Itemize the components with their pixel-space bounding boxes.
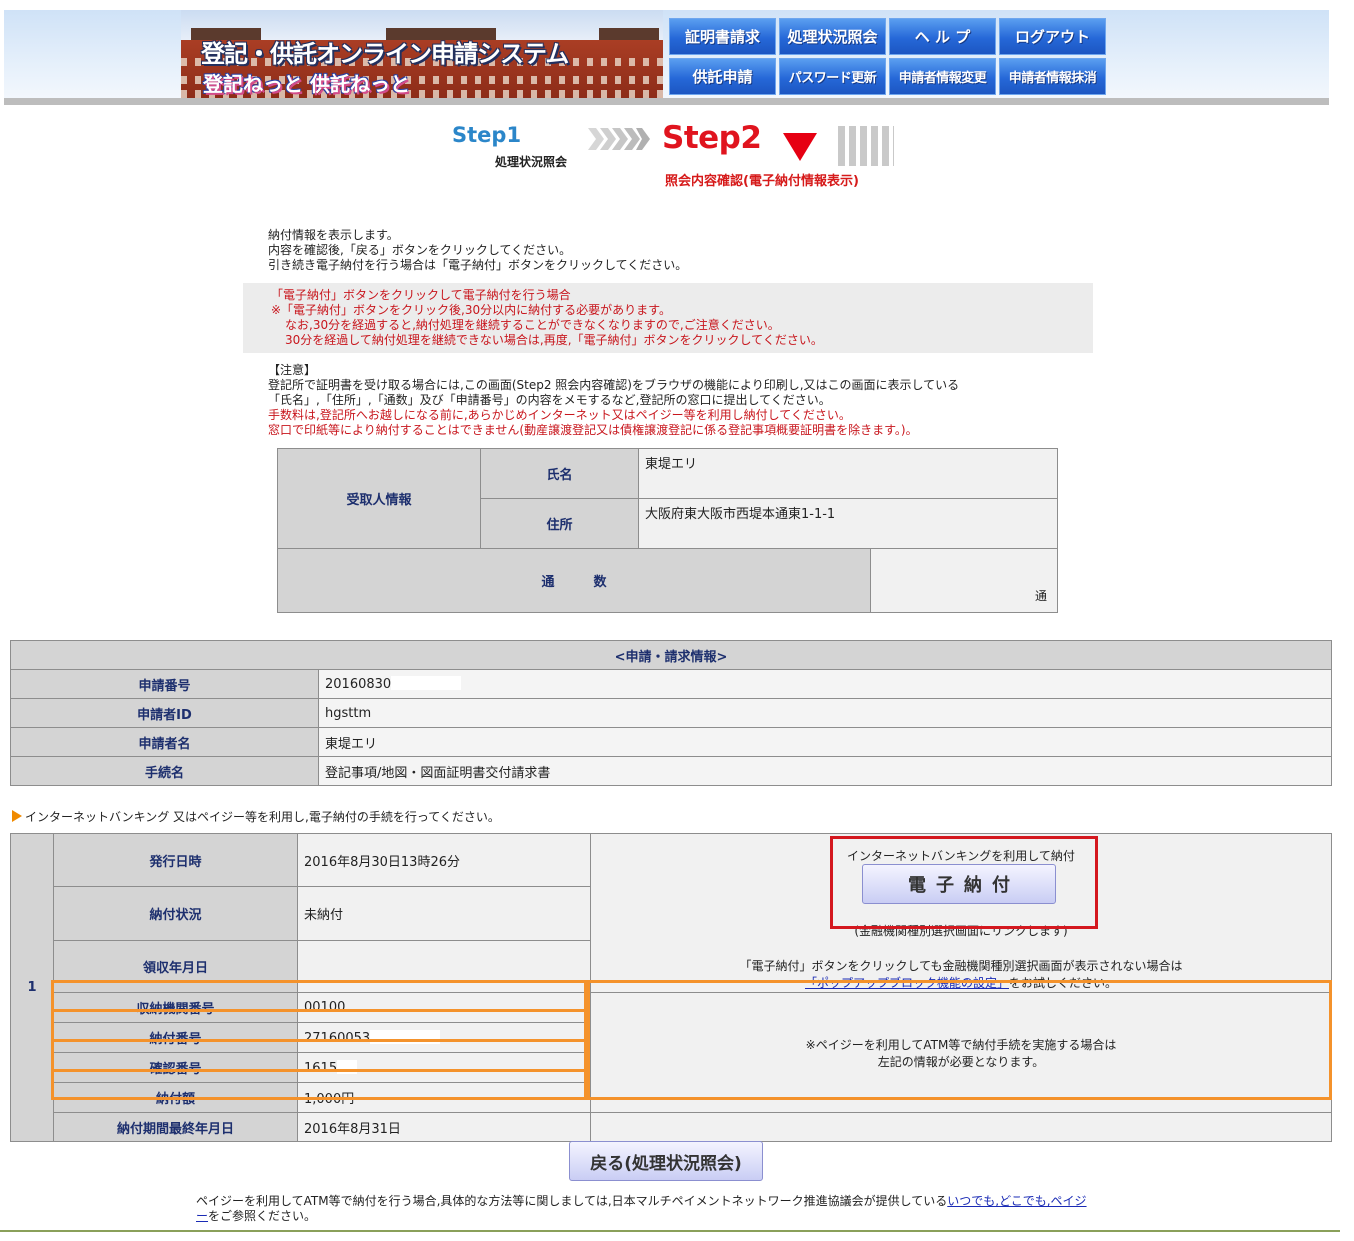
- recipient-table: 受取人情報 氏名 東堤エリ 住所 大阪府東大阪市西堤本通東1-1-1 通 数 通: [277, 448, 1058, 613]
- electronic-payment-button[interactable]: 電子納付: [862, 864, 1056, 904]
- name-value: 東堤エリ: [638, 448, 1058, 499]
- nav-help[interactable]: ヘ ル プ: [889, 18, 996, 55]
- logo-subtitle: 登記ねっと 供託ねっと: [203, 72, 410, 96]
- notice-line-1: 「電子納付」ボタンをクリックして電子納付を行う場合: [271, 288, 571, 302]
- count-unit: 通: [870, 548, 1058, 613]
- orange-triangle-icon: [12, 810, 22, 822]
- table-row: 申請者ID hgsttm: [10, 698, 1332, 728]
- notice-line-4: 30分を経過して納付処理を継続できない場合は,再度,「電子納付」ボタンをクリック…: [285, 333, 823, 347]
- popup-help-text: 「電子納付」ボタンをクリックしても金融機関種別選択画面が表示されない場合は: [739, 959, 1183, 973]
- footer-divider: [0, 1230, 1340, 1232]
- recipient-section-label: 受取人情報: [277, 448, 481, 549]
- logo-title: 登記・供託オンライン申請システム: [201, 40, 569, 68]
- application-number-value: 20160830: [325, 677, 392, 692]
- site-logo[interactable]: 登記・供託オンライン申請システム 登記ねっと 供託ねっと: [181, 10, 663, 98]
- step1-label: 処理状況照会: [495, 155, 568, 169]
- application-number-label: 申請番号: [10, 669, 319, 699]
- address-label: 住所: [480, 498, 639, 549]
- step2-title: Step2: [662, 120, 762, 156]
- payeasy-link[interactable]: いつでも,どこでも,ペイジ: [947, 1194, 1086, 1208]
- nav-certificate-request[interactable]: 証明書請求: [669, 18, 776, 55]
- footer-text: ペイジーを利用してATM等で納付を行う場合,具体的な方法等に関しましては,日本マ…: [196, 1194, 948, 1208]
- applicant-id-value: hgsttm: [318, 698, 1332, 728]
- application-info-table: <申請・請求情報> 申請番号 20160830 申請者ID hgsttm 申請者…: [10, 640, 1332, 786]
- count-label: 通 数: [277, 548, 871, 613]
- table-row: 申請者名 東堤エリ: [10, 727, 1332, 757]
- applicant-name-value: 東堤エリ: [318, 727, 1332, 757]
- notice-line-3: なお,30分を経過すると,納付処理を継続することができなくなりますので,ご注意く…: [285, 318, 780, 332]
- applicant-id-label: 申請者ID: [10, 698, 319, 728]
- payment-row-number: 1: [10, 833, 54, 1142]
- nav-deposit-application[interactable]: 供託申請: [669, 58, 776, 95]
- nav-logout[interactable]: ログアウト: [999, 18, 1106, 55]
- address-value: 大阪府東大阪市西堤本通東1-1-1: [638, 498, 1058, 549]
- caution-line-1: 登記所で証明書を受け取る場合には,この画面(Step2 照会内容確認)をブラウザ…: [268, 378, 960, 392]
- procedure-name-value: 登記事項/地図・図面証明書交付請求書: [318, 756, 1332, 786]
- step2-label: 照会内容確認(電子納付情報表示): [665, 174, 859, 189]
- caution-heading: 【注意】: [268, 363, 317, 377]
- caution-red-line-2: 窓口で印紙等により納付することはできません(動産譲渡登記又は債権譲渡登記に係る登…: [268, 423, 918, 437]
- intro-line-3: 引き続き電子納付を行う場合は「電子納付」ボタンをクリックしてください。: [268, 258, 688, 272]
- nav-applicant-info-delete[interactable]: 申請者情報抹消: [999, 58, 1106, 95]
- caution-line-2: 「氏名」,「住所」,「通数」及び「申請番号」の内容をメモするなど,登記所の窓口に…: [268, 393, 831, 407]
- step-arrow-icon: [588, 128, 650, 150]
- table-row: 手続名 登記事項/地図・図面証明書交付請求書: [10, 756, 1332, 786]
- header-divider: [4, 98, 1329, 105]
- back-button[interactable]: 戻る(処理状況照会): [569, 1141, 763, 1181]
- payment-deadline-label: 納付期間最終年月日: [53, 1112, 298, 1142]
- applicant-name-label: 申請者名: [10, 727, 319, 757]
- nav-password-update[interactable]: パスワード更新: [779, 58, 886, 95]
- payment-status-value: 未納付: [297, 886, 591, 941]
- step-progress-bars: [838, 126, 894, 166]
- payeasy-note-highlight: [587, 980, 1332, 1100]
- payment-status-label: 納付状況: [53, 886, 298, 941]
- footer-suffix: をご参照ください。: [208, 1209, 317, 1223]
- nav-applicant-info-change[interactable]: 申請者情報変更: [889, 58, 996, 95]
- payment-instruction: インターネットバンキング 又はペイジー等を利用し,電子納付の手続を行ってください…: [12, 808, 500, 825]
- payment-deadline-value: 2016年8月31日: [297, 1112, 591, 1142]
- table-row: 申請番号 20160830: [10, 669, 1332, 699]
- redaction-mask: [391, 676, 462, 690]
- current-step-arrow-icon: [783, 133, 817, 161]
- nav-status-inquiry[interactable]: 処理状況照会: [779, 18, 886, 55]
- intro-line-1: 納付情報を表示します。: [268, 228, 399, 242]
- caution-red-line-1: 手数料は,登記所へお越しになる前に,あらかじめインターネット又はペイジー等を利用…: [268, 408, 851, 422]
- payment-instruction-text: インターネットバンキング 又はペイジー等を利用し,電子納付の手続を行ってください…: [25, 810, 500, 824]
- payeasy-link-continued[interactable]: ー: [196, 1209, 208, 1223]
- intro-line-2: 内容を確認後,「戻る」ボタンをクリックしてください。: [268, 243, 572, 257]
- application-info-caption: <申請・請求情報>: [10, 640, 1332, 670]
- procedure-name-label: 手続名: [10, 756, 319, 786]
- name-label: 氏名: [480, 448, 639, 499]
- step1-title: Step1: [452, 123, 522, 147]
- notice-line-2: ※「電子納付」ボタンをクリック後,30分以内に納付する必要があります。: [271, 303, 671, 317]
- issue-datetime-label: 発行日時: [53, 832, 298, 888]
- issue-datetime-value: 2016年8月30日13時26分: [297, 832, 591, 888]
